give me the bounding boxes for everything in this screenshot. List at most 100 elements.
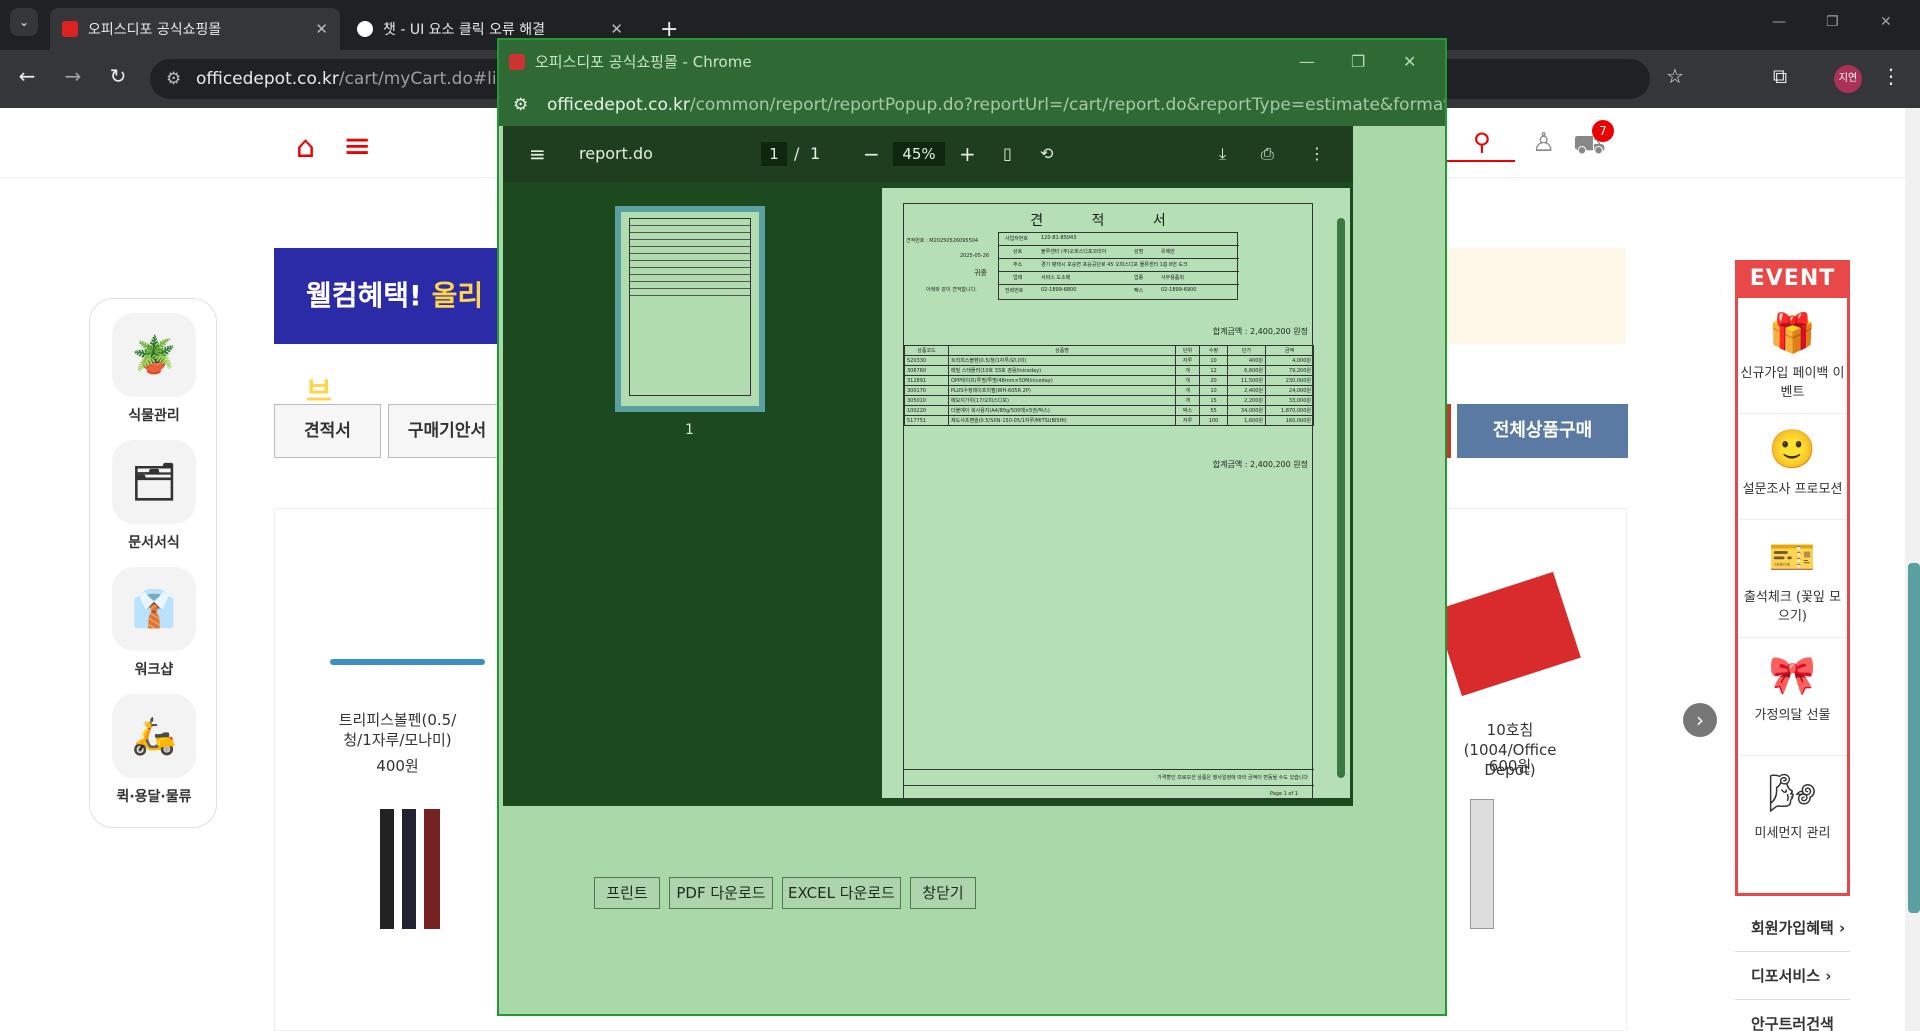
minimize-button[interactable]: — (1772, 14, 1786, 30)
reload-icon[interactable]: ↻ (103, 64, 133, 88)
gift-icon: 🎁 (1768, 311, 1817, 355)
welcome-banner[interactable]: 웰컴혜택! 올리브 (274, 248, 506, 408)
table-cell: 15 (1199, 395, 1228, 406)
home-icon[interactable]: ⌂ (296, 130, 315, 165)
page-number-input[interactable]: 1 (761, 142, 787, 166)
product-name[interactable]: 트리피스볼펜(0.5/청/1자루/모나미) (325, 710, 470, 750)
estimate-note: 아래와 같이 견적합니다. (926, 287, 977, 293)
zoom-level-input[interactable]: 45% (893, 142, 945, 166)
staples-product-image[interactable] (1434, 571, 1581, 697)
event-item-survey[interactable]: 🙂 설문조사 프로모션 (1738, 420, 1847, 520)
items-table: 상품코드 상품명 단위 수량 단가 금액 520330 트리피스볼펜(0.5/청/… (904, 345, 1314, 426)
side-link-label: 디포서비스 (1751, 967, 1821, 985)
sidebar-item-label: 문서서식 (128, 535, 180, 551)
bookmark-star-icon[interactable]: ☆ (1660, 64, 1690, 88)
profile-avatar[interactable]: 지연 (1834, 65, 1862, 93)
pdf-download-button[interactable]: PDF 다운로드 (669, 877, 773, 909)
maximize-button[interactable]: ❐ (1826, 14, 1839, 30)
scooter-icon: 🛵 (112, 694, 196, 778)
close-window-button[interactable]: ✕ (1880, 14, 1892, 30)
zoom-out-icon[interactable]: − (863, 126, 880, 182)
presenter-icon: 👔 (112, 567, 196, 651)
document-icon: 🗂 (112, 440, 196, 524)
event-item-attendance[interactable]: 🎫 출석체크 (꽃잎 모으기) (1738, 528, 1847, 638)
pdf-page: 견 적 서 견적번호 : M20250526095504 2025-05-26 … (882, 188, 1336, 800)
tab-purchase-request[interactable]: 구매기안서 (388, 404, 506, 458)
site-info-icon[interactable]: ⚙ (166, 59, 181, 99)
url-host: officedepot.co.kr (547, 95, 690, 115)
side-link-signup-benefit[interactable]: 회원가입혜택 › (1735, 904, 1850, 952)
divider (999, 284, 1239, 285)
gift-box-icon: 🎀 (1768, 653, 1817, 697)
tab-title: 오피스디포 공식쇼핑몰 (88, 22, 222, 38)
event-item-label: 설문조사 프로모션 (1742, 482, 1843, 497)
event-item-family-gift[interactable]: 🎀 가정의달 선물 (1738, 646, 1847, 756)
sidebar-item-label: 퀵·용달·물류 (116, 789, 192, 805)
chevron-right-icon: › (1825, 967, 1832, 985)
tab-search-button[interactable]: ⌄ (10, 8, 38, 36)
forward-icon[interactable]: → (58, 64, 88, 88)
pen-product-image[interactable] (330, 659, 485, 665)
print-icon[interactable]: ⎙ (1261, 126, 1274, 182)
download-icon[interactable]: ⤓ (1219, 126, 1226, 182)
pdf-scrollbar[interactable] (1332, 188, 1350, 798)
chevron-right-icon: › (1839, 919, 1846, 937)
pdf-scrollbar-thumb[interactable] (1337, 218, 1345, 778)
estimate-number: 견적번호 : M20250526095504 (906, 238, 979, 244)
table-cell: 2,400원 (1227, 385, 1266, 396)
survey-banner-image[interactable] (1440, 248, 1626, 344)
more-options-icon[interactable]: ⋮ (1309, 126, 1325, 182)
close-popup-button[interactable]: 창닫기 (910, 877, 976, 909)
event-item-dust[interactable]: 🌬 미세먼지 관리 (1738, 764, 1847, 874)
rotate-icon[interactable]: ⟲ (1040, 126, 1053, 182)
sidebar-item-plant[interactable]: 🪴 식물관리 (112, 313, 196, 425)
side-link-extra[interactable]: 안구트러건색 (1735, 1000, 1850, 1031)
close-window-button[interactable]: ✕ (1403, 40, 1416, 84)
hamburger-menu-icon[interactable]: ≡ (343, 126, 372, 166)
estimate-date: 2025-05-26 (960, 253, 990, 259)
search-icon[interactable]: ⚲ (1473, 128, 1491, 156)
extensions-icon[interactable]: ⧉ (1765, 64, 1795, 88)
smiley-icon: 🙂 (1768, 427, 1817, 471)
sidebar-item-delivery[interactable]: 🛵 퀵·용달·물류 (112, 694, 196, 806)
table-cell: 12 (1199, 365, 1228, 376)
print-button[interactable]: 프린트 (594, 877, 660, 909)
divider (999, 271, 1239, 272)
table-cell: 312891 (904, 375, 949, 386)
divider (999, 258, 1239, 259)
popup-address-bar[interactable]: ⚙ officedepot.co.kr/common/report/report… (499, 84, 1445, 126)
site-info-icon[interactable]: ⚙ (513, 84, 528, 126)
close-icon[interactable]: ✕ (315, 20, 328, 38)
supplier-value: 02-1899-6800 (1041, 287, 1077, 293)
zoom-in-icon[interactable]: + (959, 126, 976, 182)
close-icon[interactable]: ✕ (610, 20, 623, 38)
fit-page-icon[interactable]: ▯ (1003, 126, 1012, 182)
sidebar-item-documents[interactable]: 🗂 문서서식 (112, 440, 196, 552)
tab-officedepot[interactable]: 오피스디포 공식쇼핑몰 ✕ (50, 8, 340, 50)
table-cell: 520330 (904, 355, 949, 366)
scrollbar-thumb[interactable] (1908, 563, 1920, 913)
user-icon[interactable]: ♙ (1532, 128, 1555, 158)
buy-all-button[interactable]: 전체상품구매 (1457, 404, 1628, 458)
excel-download-button[interactable]: EXCEL 다운로드 (782, 877, 901, 909)
event-title: EVENT (1735, 260, 1850, 298)
maximize-button[interactable]: ❐ (1351, 40, 1365, 84)
table-cell: 517751 (904, 415, 949, 426)
page-thumbnail[interactable] (615, 206, 765, 412)
back-icon[interactable]: ← (12, 64, 42, 88)
refill-product-image[interactable] (1470, 799, 1494, 929)
thumbnail-page-label: 1 (685, 422, 694, 438)
page-scrollbar[interactable] (1905, 108, 1920, 1031)
side-link-depot-service[interactable]: 디포서비스 › (1735, 952, 1850, 1000)
tab-estimate[interactable]: 견적서 (274, 404, 381, 458)
more-menu-icon[interactable]: ⋮ (1876, 64, 1906, 88)
supplier-value: 서비스 도소매 (1041, 275, 1071, 281)
event-item-signup[interactable]: 🎁 신규가입 페이백 이벤트 (1738, 304, 1847, 414)
sidebar-item-workshop[interactable]: 👔 워크샵 (112, 567, 196, 679)
minimize-button[interactable]: — (1299, 40, 1315, 84)
next-arrow-icon[interactable]: › (1683, 703, 1717, 737)
pen-set-image[interactable] (380, 809, 440, 929)
supplier-label: 성명 (1134, 249, 1144, 255)
table-cell: 자루 (1175, 415, 1200, 426)
sidebar-toggle-icon[interactable]: ≡ (529, 126, 546, 182)
